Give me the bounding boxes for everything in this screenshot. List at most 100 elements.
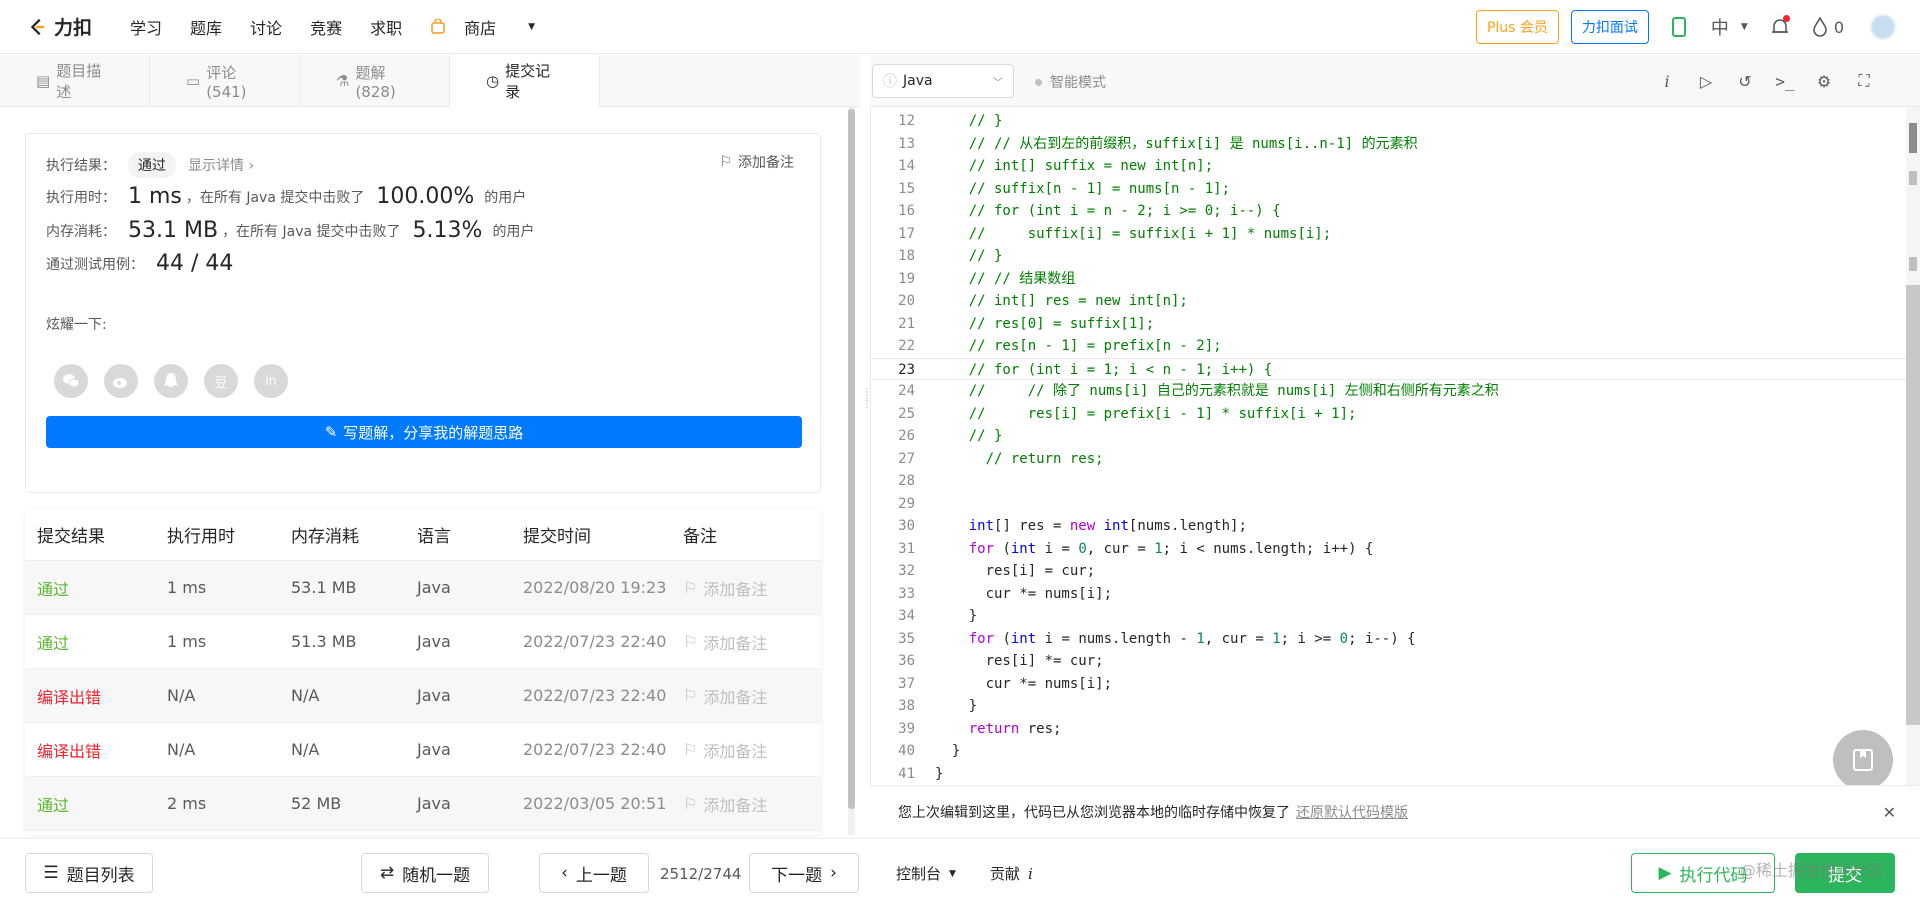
terminal-icon[interactable]: >_: [1775, 71, 1795, 91]
tab-comments[interactable]: ▭ 评论 (541): [150, 55, 300, 107]
settings-icon[interactable]: ⚙: [1814, 71, 1834, 91]
tab-submissions[interactable]: ◷ 提交记录: [450, 55, 600, 107]
code-line[interactable]: 29: [871, 493, 1906, 515]
table-row[interactable]: 编译出错 N/A N/A Java 2022/07/23 22:40 ⚐ 添加备注: [25, 723, 821, 777]
code-line[interactable]: 13 // // 从右到左的前缀积，suffix[i] 是 nums[i..n-…: [871, 133, 1906, 155]
code-line[interactable]: 16 // for (int i = n - 2; i >= 0; i--) {: [871, 200, 1906, 222]
code-line[interactable]: 28: [871, 470, 1906, 492]
restore-default-template-link[interactable]: 还原默认代码模版: [1296, 802, 1408, 822]
plus-member-button[interactable]: Plus 会员: [1475, 10, 1559, 44]
code-line[interactable]: 40 }: [871, 740, 1906, 762]
nav-link-learn[interactable]: 学习: [116, 15, 176, 39]
result-row: 执行结果： 通过 显示详情 ›: [46, 152, 254, 178]
table-row[interactable]: 通过 2 ms 52 MB Java 2022/03/05 20:51 ⚐ 添加备…: [25, 777, 821, 831]
mobile-app-icon[interactable]: [1669, 17, 1689, 37]
code-line[interactable]: 39 return res;: [871, 718, 1906, 740]
code-line[interactable]: 31 for (int i = 0, cur = 1; i < nums.len…: [871, 538, 1906, 560]
close-icon[interactable]: ✕: [1883, 803, 1896, 822]
console-toggle[interactable]: 控制台 ▼: [896, 863, 956, 884]
code-line[interactable]: 27 // return res;: [871, 448, 1906, 470]
code-line[interactable]: 15 // suffix[n - 1] = nums[n - 1];: [871, 178, 1906, 200]
row-result[interactable]: 编译出错: [25, 684, 167, 708]
linkedin-icon[interactable]: in: [254, 364, 288, 398]
language-switch[interactable]: 中 ▼: [1711, 14, 1748, 40]
nav-link-shop[interactable]: 商店 ▼: [416, 15, 563, 39]
row-add-note[interactable]: ⚐ 添加备注: [683, 738, 821, 762]
tab-description[interactable]: ▤ 题目描述: [0, 55, 150, 107]
code-line[interactable]: 14 // int[] suffix = new int[n];: [871, 155, 1906, 177]
nav-link-contest[interactable]: 竞赛: [296, 15, 356, 39]
bell-icon[interactable]: [1770, 15, 1790, 37]
line-number: 19: [898, 270, 915, 287]
avatar[interactable]: [1870, 14, 1896, 40]
row-add-note[interactable]: ⚐ 添加备注: [683, 630, 821, 654]
code-line[interactable]: 18 // }: [871, 245, 1906, 267]
code-line[interactable]: 21 // res[0] = suffix[1];: [871, 313, 1906, 335]
nav-link-jobs[interactable]: 求职: [356, 15, 416, 39]
reset-icon[interactable]: ↺: [1735, 71, 1755, 91]
code-line[interactable]: 30 int[] res = new int[nums.length];: [871, 515, 1906, 537]
left-scrollbar[interactable]: [848, 107, 855, 835]
table-row[interactable]: 通过 1 ms 53.1 MB Java 2022/08/20 19:23 ⚐ 添…: [25, 561, 821, 615]
row-result[interactable]: 通过: [25, 792, 167, 816]
nav-link-problems[interactable]: 题库: [176, 15, 236, 39]
scrollbar-thumb[interactable]: [848, 109, 855, 809]
qq-icon[interactable]: [154, 364, 188, 398]
resize-handle[interactable]: ⋮ ⋮ ⋮: [862, 388, 872, 450]
row-add-note[interactable]: ⚐ 添加备注: [683, 792, 821, 816]
code-line[interactable]: 32 res[i] = cur;: [871, 560, 1906, 582]
code-line[interactable]: 36 res[i] *= cur;: [871, 650, 1906, 672]
douban-icon[interactable]: 豆: [204, 364, 238, 398]
tab-solutions[interactable]: ⚗ 题解 (828): [300, 55, 450, 107]
table-row[interactable]: 通过 1 ms 51.3 MB Java 2022/07/23 22:40 ⚐ 添…: [25, 615, 821, 669]
random-problem-button[interactable]: ⇄ 随机一题: [361, 853, 489, 893]
code-line[interactable]: 25 // res[i] = prefix[i - 1] * suffix[i …: [871, 403, 1906, 425]
prev-problem-button[interactable]: ‹ 上一题: [539, 853, 649, 893]
code-token: // res[n - 1] = prefix[n - 2];: [968, 338, 1222, 354]
fullscreen-icon[interactable]: ⛶: [1854, 71, 1874, 91]
leetcode-logo[interactable]: 力扣: [26, 13, 92, 40]
nav-link-discuss[interactable]: 讨论: [236, 15, 296, 39]
next-problem-button[interactable]: 下一题 ›: [749, 853, 859, 893]
scrollbar-thumb[interactable]: [1906, 285, 1920, 725]
play-outline-icon[interactable]: ▷: [1696, 71, 1716, 91]
code-line[interactable]: 23 // for (int i = 1; i < n - 1; i++) {: [871, 357, 1906, 380]
code-line[interactable]: 33 cur *= nums[i];: [871, 583, 1906, 605]
code-line[interactable]: 17 // suffix[i] = suffix[i + 1] * nums[i…: [871, 223, 1906, 245]
row-result[interactable]: 通过: [25, 576, 167, 600]
notebook-fab[interactable]: [1833, 730, 1893, 790]
contribute-button[interactable]: 贡献 i: [990, 863, 1033, 884]
row-result[interactable]: 编译出错: [25, 738, 167, 762]
show-details-link[interactable]: 显示详情 ›: [188, 155, 254, 175]
smart-mode-toggle[interactable]: 智能模式: [1035, 72, 1106, 92]
code-line[interactable]: 37 cur *= nums[i];: [871, 673, 1906, 695]
editor-minimap-scrollbar[interactable]: [1906, 107, 1920, 785]
problem-list-button[interactable]: ☰ 题目列表: [25, 853, 153, 893]
table-row[interactable]: 编译出错 N/A N/A Java 2022/07/23 22:40 ⚐ 添加备注: [25, 669, 821, 723]
row-add-note[interactable]: ⚐ 添加备注: [683, 684, 821, 708]
code-editor[interactable]: 12 // } 13 // // 从右到左的前缀积，suffix[i] 是 num…: [870, 107, 1906, 785]
language-select[interactable]: ⓘ Java ﹀: [872, 64, 1014, 98]
info-italic-icon[interactable]: i: [1657, 71, 1677, 91]
interview-button[interactable]: 力扣面试: [1570, 10, 1649, 44]
code-line[interactable]: 38 }: [871, 695, 1906, 717]
code-line[interactable]: 20 // int[] res = new int[n];: [871, 290, 1906, 312]
row-result[interactable]: 通过: [25, 630, 167, 654]
weibo-icon[interactable]: [104, 364, 138, 398]
row-add-note[interactable]: ⚐ 添加备注: [683, 576, 821, 600]
code-token: [nums.length];: [1128, 518, 1247, 534]
code-line[interactable]: 41}: [871, 763, 1906, 785]
code-line[interactable]: 26 // }: [871, 425, 1906, 447]
memory-label: 内存消耗：: [46, 223, 116, 240]
write-solution-button[interactable]: ✎ 写题解，分享我的解题思路: [46, 416, 802, 448]
code-line[interactable]: 24 // // 除了 nums[i] 自己的元素积就是 nums[i] 左侧和…: [871, 380, 1906, 402]
code-line[interactable]: 34 }: [871, 605, 1906, 627]
code-line[interactable]: 22 // res[n - 1] = prefix[n - 2];: [871, 335, 1906, 357]
code-line[interactable]: 19 // // 结果数组: [871, 268, 1906, 290]
wechat-icon[interactable]: [54, 364, 88, 398]
code-line[interactable]: 35 for (int i = nums.length - 1, cur = 1…: [871, 628, 1906, 650]
add-note-button[interactable]: ⚐ 添加备注: [719, 152, 794, 172]
code-line[interactable]: 12 // }: [871, 110, 1906, 132]
streak-counter[interactable]: 0: [1812, 17, 1844, 37]
